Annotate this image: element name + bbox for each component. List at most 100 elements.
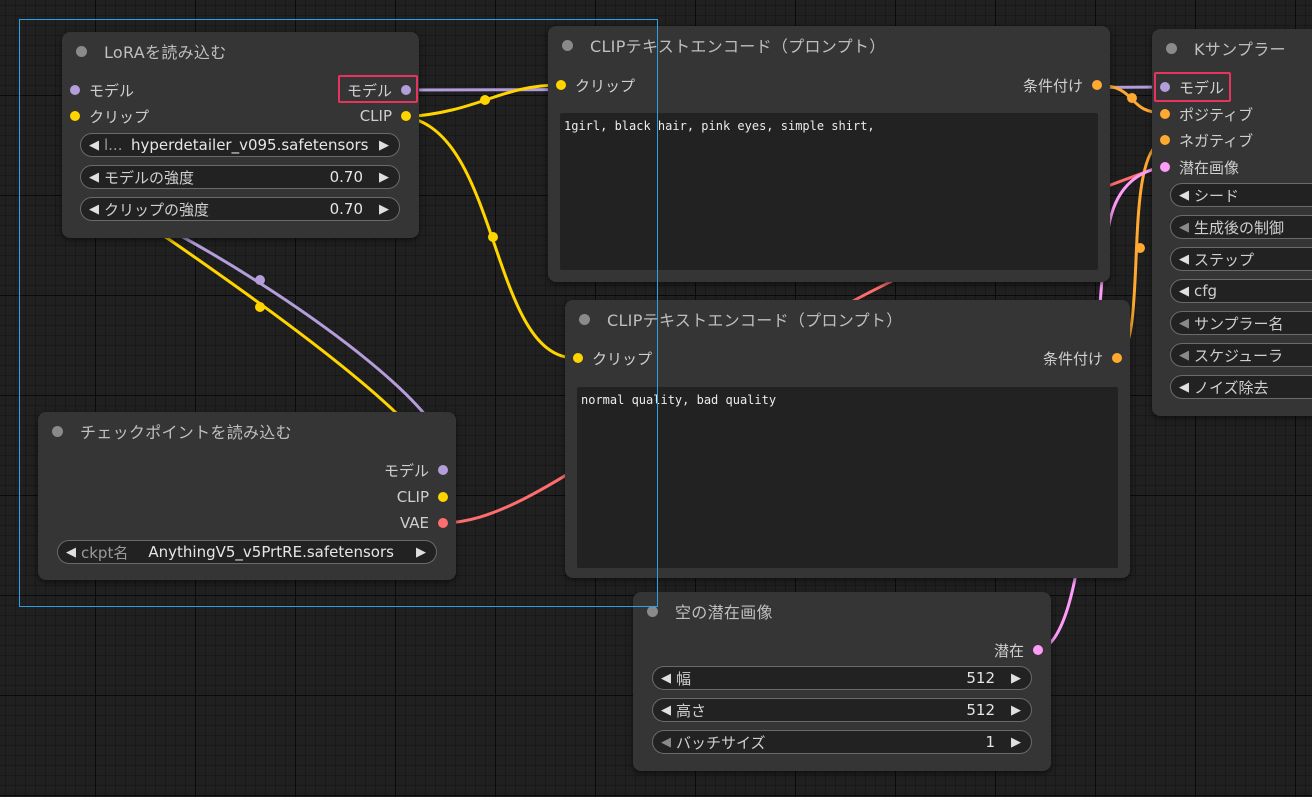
decrement-arrow-icon[interactable]: ◀ [1171, 380, 1194, 395]
collapse-dot[interactable] [1166, 42, 1177, 54]
widget-label: バッチサイズ [676, 733, 766, 752]
decrement-arrow-icon[interactable]: ◀ [81, 138, 104, 153]
clip-pin[interactable] [556, 80, 566, 90]
slot-label: クリップ [592, 349, 653, 368]
decrement-arrow-icon[interactable]: ◀ [653, 703, 676, 718]
denoise-widget[interactable]: ◀ ノイズ除去 [1170, 375, 1312, 399]
decrement-arrow-icon[interactable]: ◀ [653, 671, 676, 686]
output-slot-clip[interactable]: CLIP [397, 487, 448, 507]
clip-strength-widget[interactable]: ◀ クリップの強度 0.70 ▶ [80, 197, 400, 221]
input-slot-clip[interactable]: クリップ [556, 75, 635, 95]
conditioning-pin[interactable] [1112, 353, 1122, 363]
node-header[interactable]: CLIPテキストエンコード（プロンプト） [548, 26, 1110, 64]
input-slot-model[interactable]: モデル [1160, 77, 1224, 97]
sampler-name-widget[interactable]: ◀ サンプラー名 [1170, 311, 1312, 335]
control-after-generate-widget[interactable]: ◀ 生成後の制御 [1170, 215, 1312, 239]
model-strength-widget[interactable]: ◀ モデルの強度 0.70 ▶ [80, 165, 400, 189]
decrement-arrow-icon[interactable]: ◀ [81, 170, 104, 185]
clip-pin[interactable] [438, 492, 448, 502]
output-slot-clip[interactable]: CLIP [360, 106, 411, 126]
input-slot-latent[interactable]: 潜在画像 [1160, 157, 1239, 177]
input-slot-model[interactable]: モデル [70, 80, 134, 100]
batch-size-widget[interactable]: ◀ バッチサイズ 1 ▶ [652, 730, 1032, 754]
conditioning-pin[interactable] [1160, 109, 1170, 119]
node-title: LoRAを読み込む [104, 43, 227, 62]
clip-text-encode-negative-node[interactable]: CLIPテキストエンコード（プロンプト） クリップ 条件付け normal qu… [565, 300, 1130, 578]
output-slot-conditioning[interactable]: 条件付け [1023, 75, 1102, 95]
increment-arrow-icon[interactable]: ▶ [371, 138, 399, 153]
widget-value: 1 [985, 733, 995, 751]
slot-label: CLIP [396, 488, 429, 506]
node-header[interactable]: CLIPテキストエンコード（プロンプト） [565, 300, 1130, 338]
increment-arrow-icon[interactable]: ▶ [995, 703, 1031, 718]
output-slot-model[interactable]: モデル [384, 460, 448, 480]
collapse-dot[interactable] [52, 425, 63, 437]
prompt-textarea[interactable]: 1girl, black hair, pink eyes, simple shi… [560, 113, 1098, 270]
conditioning-pin[interactable] [1092, 80, 1102, 90]
link-midpoint[interactable] [480, 95, 490, 105]
increment-arrow-icon[interactable]: ▶ [408, 545, 436, 560]
decrement-arrow-icon[interactable]: ◀ [81, 202, 104, 217]
decrement-arrow-icon[interactable]: ◀ [1171, 348, 1194, 363]
decrement-arrow-icon[interactable]: ◀ [1171, 188, 1194, 203]
decrement-arrow-icon[interactable]: ◀ [1171, 316, 1194, 331]
empty-latent-image-node[interactable]: 空の潜在画像 潜在 ◀ 幅 512 ▶ ◀ 高さ 512 ▶ ◀ バッチサイズ 1 ▶ [633, 592, 1051, 771]
model-pin[interactable] [70, 85, 80, 95]
increment-arrow-icon[interactable]: ▶ [363, 170, 399, 185]
decrement-arrow-icon[interactable]: ◀ [653, 735, 676, 750]
link-midpoint[interactable] [1135, 243, 1145, 253]
node-header[interactable]: チェックポイントを読み込む [38, 412, 456, 450]
checkpoint-loader-node[interactable]: チェックポイントを読み込む モデル CLIP VAE ◀ ckpt名 Anythin… [38, 412, 456, 580]
model-pin[interactable] [1160, 82, 1170, 92]
node-header[interactable]: Kサンプラー [1152, 29, 1312, 67]
slot-label: ポジティブ [1179, 105, 1254, 124]
prompt-textarea[interactable]: normal quality, bad quality [577, 387, 1118, 568]
increment-arrow-icon[interactable]: ▶ [363, 202, 399, 217]
increment-arrow-icon[interactable]: ▶ [995, 671, 1031, 686]
decrement-arrow-icon[interactable]: ◀ [1171, 284, 1194, 299]
node-header[interactable]: LoRAを読み込む [62, 32, 419, 70]
clip-text-encode-positive-node[interactable]: CLIPテキストエンコード（プロンプト） クリップ 条件付け 1girl, bl… [548, 26, 1110, 282]
latent-pin[interactable] [1033, 645, 1043, 655]
decrement-arrow-icon[interactable]: ◀ [58, 545, 81, 560]
ckpt-name-widget[interactable]: ◀ ckpt名 AnythingV5_v5PrtRE.safetensors ▶ [57, 540, 437, 564]
lora-loader-node[interactable]: LoRAを読み込む モデル クリップ モデル CLIP ◀ l... hyperde… [62, 32, 419, 238]
collapse-dot[interactable] [647, 605, 658, 617]
width-widget[interactable]: ◀ 幅 512 ▶ [652, 666, 1032, 690]
output-slot-conditioning[interactable]: 条件付け [1043, 348, 1122, 368]
input-slot-negative[interactable]: ネガティブ [1160, 130, 1253, 150]
ksampler-node[interactable]: Kサンプラー モデル ポジティブ ネガティブ 潜在画像 ◀ シード ◀ 生成後の制御… [1152, 29, 1312, 416]
decrement-arrow-icon[interactable]: ◀ [1171, 220, 1194, 235]
latent-pin[interactable] [1160, 162, 1170, 172]
collapse-dot[interactable] [579, 313, 590, 325]
slot-label: クリップ [89, 107, 150, 126]
clip-pin[interactable] [401, 111, 411, 121]
input-slot-positive[interactable]: ポジティブ [1160, 104, 1253, 124]
vae-pin[interactable] [438, 518, 448, 528]
scheduler-widget[interactable]: ◀ スケジューラ [1170, 343, 1312, 367]
link-midpoint[interactable] [488, 232, 498, 242]
conditioning-pin[interactable] [1160, 135, 1170, 145]
clip-pin[interactable] [573, 353, 583, 363]
steps-widget[interactable]: ◀ ステップ [1170, 247, 1312, 271]
lora-name-widget[interactable]: ◀ l... hyperdetailer_v095.safetensors ▶ [80, 133, 400, 157]
link-midpoint[interactable] [255, 302, 265, 312]
link-midpoint[interactable] [1127, 93, 1137, 103]
node-header[interactable]: 空の潜在画像 [633, 592, 1051, 630]
increment-arrow-icon[interactable]: ▶ [995, 735, 1031, 750]
decrement-arrow-icon[interactable]: ◀ [1171, 252, 1194, 267]
input-slot-clip[interactable]: クリップ [70, 106, 149, 126]
link-midpoint[interactable] [255, 275, 265, 285]
model-pin[interactable] [438, 465, 448, 475]
height-widget[interactable]: ◀ 高さ 512 ▶ [652, 698, 1032, 722]
seed-widget[interactable]: ◀ シード [1170, 183, 1312, 207]
output-slot-model[interactable]: モデル [347, 80, 411, 100]
model-pin[interactable] [401, 85, 411, 95]
collapse-dot[interactable] [76, 45, 87, 57]
clip-pin[interactable] [70, 111, 80, 121]
output-slot-vae[interactable]: VAE [400, 513, 448, 533]
input-slot-clip[interactable]: クリップ [573, 348, 652, 368]
output-slot-latent[interactable]: 潜在 [994, 640, 1043, 660]
cfg-widget[interactable]: ◀ cfg [1170, 279, 1312, 303]
collapse-dot[interactable] [562, 39, 573, 51]
